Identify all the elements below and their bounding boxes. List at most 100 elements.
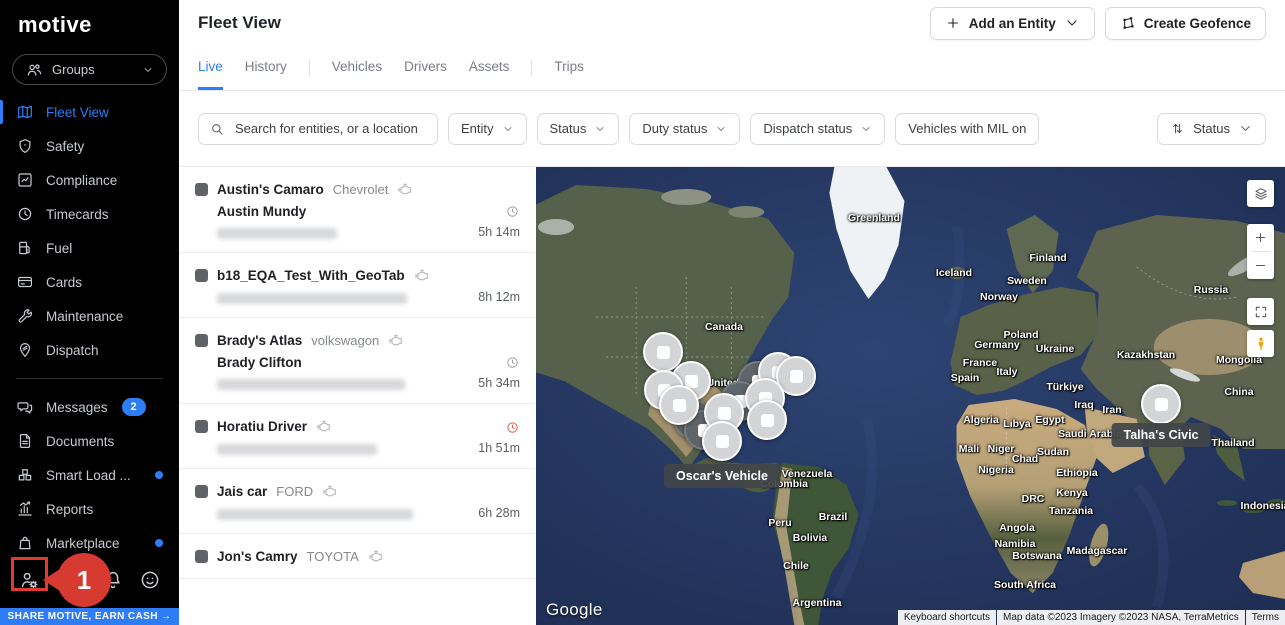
sidebar-item-label: Timecards: [46, 207, 109, 222]
filter-label: Duty status: [642, 121, 707, 136]
duration-clock-icon: [505, 420, 520, 435]
groups-selector[interactable]: Groups: [12, 54, 167, 85]
sidebar-item-label: Cards: [46, 275, 82, 290]
map-label-brazil: Brazil: [819, 511, 848, 523]
map-data-attribution: Map data ©2023 Imagery ©2023 NASA, Terra…: [997, 610, 1245, 625]
map-label-angola: Angola: [999, 522, 1035, 534]
search-input[interactable]: [233, 120, 427, 137]
vehicle-row-austin-s-camaro[interactable]: Austin's CamaroChevroletAustin Mundy5h 1…: [179, 167, 536, 253]
compliance-icon: [16, 171, 34, 189]
sidebar-item-fleet-view[interactable]: Fleet View: [0, 95, 179, 129]
mil-filter-button[interactable]: Vehicles with MIL on: [895, 113, 1039, 145]
vehicle-name: Horatiu Driver: [217, 419, 307, 434]
map-icon: [16, 103, 34, 121]
engine-icon: [388, 332, 404, 348]
zoom-out-button[interactable]: [1247, 252, 1274, 279]
row-side: 6h 28m: [468, 482, 520, 520]
motive-logo[interactable]: motive: [0, 0, 179, 38]
map-label-south-africa: South Africa: [994, 579, 1056, 591]
vehicle-cluster-marker[interactable]: [659, 385, 699, 425]
row-side: 1h 51m: [468, 417, 520, 455]
sidebar-nav-primary: Fleet ViewSafetyCompliance Timecards Fuel C…: [0, 95, 179, 367]
filter-duty-status-dropdown[interactable]: Duty status: [629, 113, 740, 145]
report-chart-icon: [16, 500, 34, 518]
vehicle-color-swatch: [195, 550, 208, 563]
filter-dispatch-status-dropdown[interactable]: Dispatch status: [750, 113, 885, 145]
map-label-argentina: Argentina: [792, 597, 841, 609]
mil-filter-label: Vehicles with MIL on: [908, 121, 1026, 136]
filter-label: Status: [550, 121, 587, 136]
filter-status-dropdown[interactable]: Status: [537, 113, 620, 145]
referral-banner[interactable]: SHARE MOTIVE, EARN CASH →: [0, 608, 179, 625]
tab-assets[interactable]: Assets: [469, 46, 510, 90]
shield-icon: [16, 137, 34, 155]
sidebar-item-maintenance[interactable]: Maintenance: [0, 299, 179, 333]
sidebar-footer: 1: [0, 552, 179, 608]
tab-trips[interactable]: Trips: [554, 46, 584, 90]
vehicle-cluster-marker[interactable]: [747, 400, 787, 440]
sidebar-item-cards[interactable]: Cards: [0, 265, 179, 299]
vehicle-row-brady-s-atlas[interactable]: Brady's AtlasvolkswagonBrady Clifton5h 3…: [179, 318, 536, 404]
tab-live[interactable]: Live: [198, 46, 223, 90]
duration-value: 1h 51m: [478, 441, 520, 455]
new-feature-dot: [155, 471, 163, 479]
vehicle-row-jais-car[interactable]: Jais carFORD 6h 28m: [179, 469, 536, 534]
create-geofence-label: Create Geofence: [1144, 16, 1251, 31]
support-smiley-icon[interactable]: [139, 569, 161, 591]
create-geofence-button[interactable]: Create Geofence: [1105, 7, 1266, 40]
map-canvas[interactable]: GreenlandIcelandNorwaySwedenFinlandRussi…: [536, 167, 1285, 625]
sidebar-item-messages[interactable]: Messages2: [0, 390, 179, 424]
sort-label: Status: [1193, 121, 1230, 136]
duration-value: 8h 12m: [478, 290, 520, 304]
vehicle-row-b18-eqa-test-with-geotab[interactable]: b18_EQA_Test_With_GeoTab8h 12m: [179, 253, 536, 318]
sidebar-item-label: Maintenance: [46, 309, 123, 324]
sidebar-item-dispatch[interactable]: Dispatch: [0, 333, 179, 367]
sidebar-item-timecards[interactable]: Timecards: [0, 197, 179, 231]
sidebar-item-fuel[interactable]: Fuel: [0, 231, 179, 265]
chevron-down-icon: [502, 123, 514, 135]
duration-value: 5h 34m: [478, 376, 520, 390]
terms-link[interactable]: Terms: [1246, 610, 1285, 625]
add-entity-button[interactable]: Add an Entity: [930, 7, 1095, 40]
fuel-pump-icon: [16, 239, 34, 257]
filter-entity-dropdown[interactable]: Entity: [448, 113, 527, 145]
chevron-down-icon: [715, 123, 727, 135]
sidebar-item-smart-load[interactable]: Smart Load ...: [0, 458, 179, 492]
plus-icon: [1253, 230, 1268, 245]
sidebar-item-documents[interactable]: Documents: [0, 424, 179, 458]
driver-name: Brady Clifton: [217, 355, 405, 370]
sidebar-item-compliance[interactable]: Compliance: [0, 163, 179, 197]
map-label-iraq: Iraq: [1074, 399, 1093, 411]
vehicle-cluster-marker[interactable]: [1141, 384, 1181, 424]
tab-drivers[interactable]: Drivers: [404, 46, 447, 90]
vehicle-name: Jon's Camry: [217, 549, 298, 564]
sidebar-item-label: Dispatch: [46, 343, 99, 358]
vehicle-row-jon-s-camry[interactable]: Jon's CamryTOYOTA: [179, 534, 536, 579]
map-label-namibia: Namibia: [995, 538, 1036, 550]
zoom-in-button[interactable]: [1247, 224, 1274, 251]
tab-history[interactable]: History: [245, 46, 287, 90]
vehicle-cluster-marker[interactable]: [702, 421, 742, 461]
shopping-bag-icon: [16, 534, 34, 552]
tab-vehicles[interactable]: Vehicles: [332, 46, 382, 90]
sidebar-item-safety[interactable]: Safety: [0, 129, 179, 163]
chevron-down-icon: [1238, 121, 1253, 136]
keyboard-shortcuts-link[interactable]: Keyboard shortcuts: [898, 610, 996, 625]
app-root: motive Groups Fleet ViewSafetyCompliance…: [0, 0, 1285, 625]
map-label-libya: Libya: [1003, 418, 1030, 430]
sidebar-item-label: Reports: [46, 502, 93, 517]
street-view-button[interactable]: [1247, 330, 1274, 357]
sidebar-item-reports[interactable]: Reports: [0, 492, 179, 526]
fullscreen-button[interactable]: [1247, 298, 1274, 325]
map-vehicle-label-oscar-s-vehicle[interactable]: Oscar's Vehicle: [664, 464, 780, 488]
redacted-address: [217, 444, 377, 455]
map-layers-button[interactable]: [1247, 180, 1274, 207]
sort-button[interactable]: Status: [1157, 113, 1266, 145]
vehicle-title-line: Jon's CamryTOYOTA: [195, 547, 384, 565]
map-vehicle-label-talha-s-civic[interactable]: Talha's Civic: [1112, 423, 1211, 447]
vehicle-row-horatiu-driver[interactable]: Horatiu Driver 1h 51m: [179, 404, 536, 469]
google-logo[interactable]: Google: [546, 600, 603, 620]
admin-settings-icon[interactable]: [18, 569, 40, 591]
map-label-egypt: Egypt: [1035, 414, 1064, 426]
vehicle-title-line: Jais carFORD: [195, 482, 413, 500]
